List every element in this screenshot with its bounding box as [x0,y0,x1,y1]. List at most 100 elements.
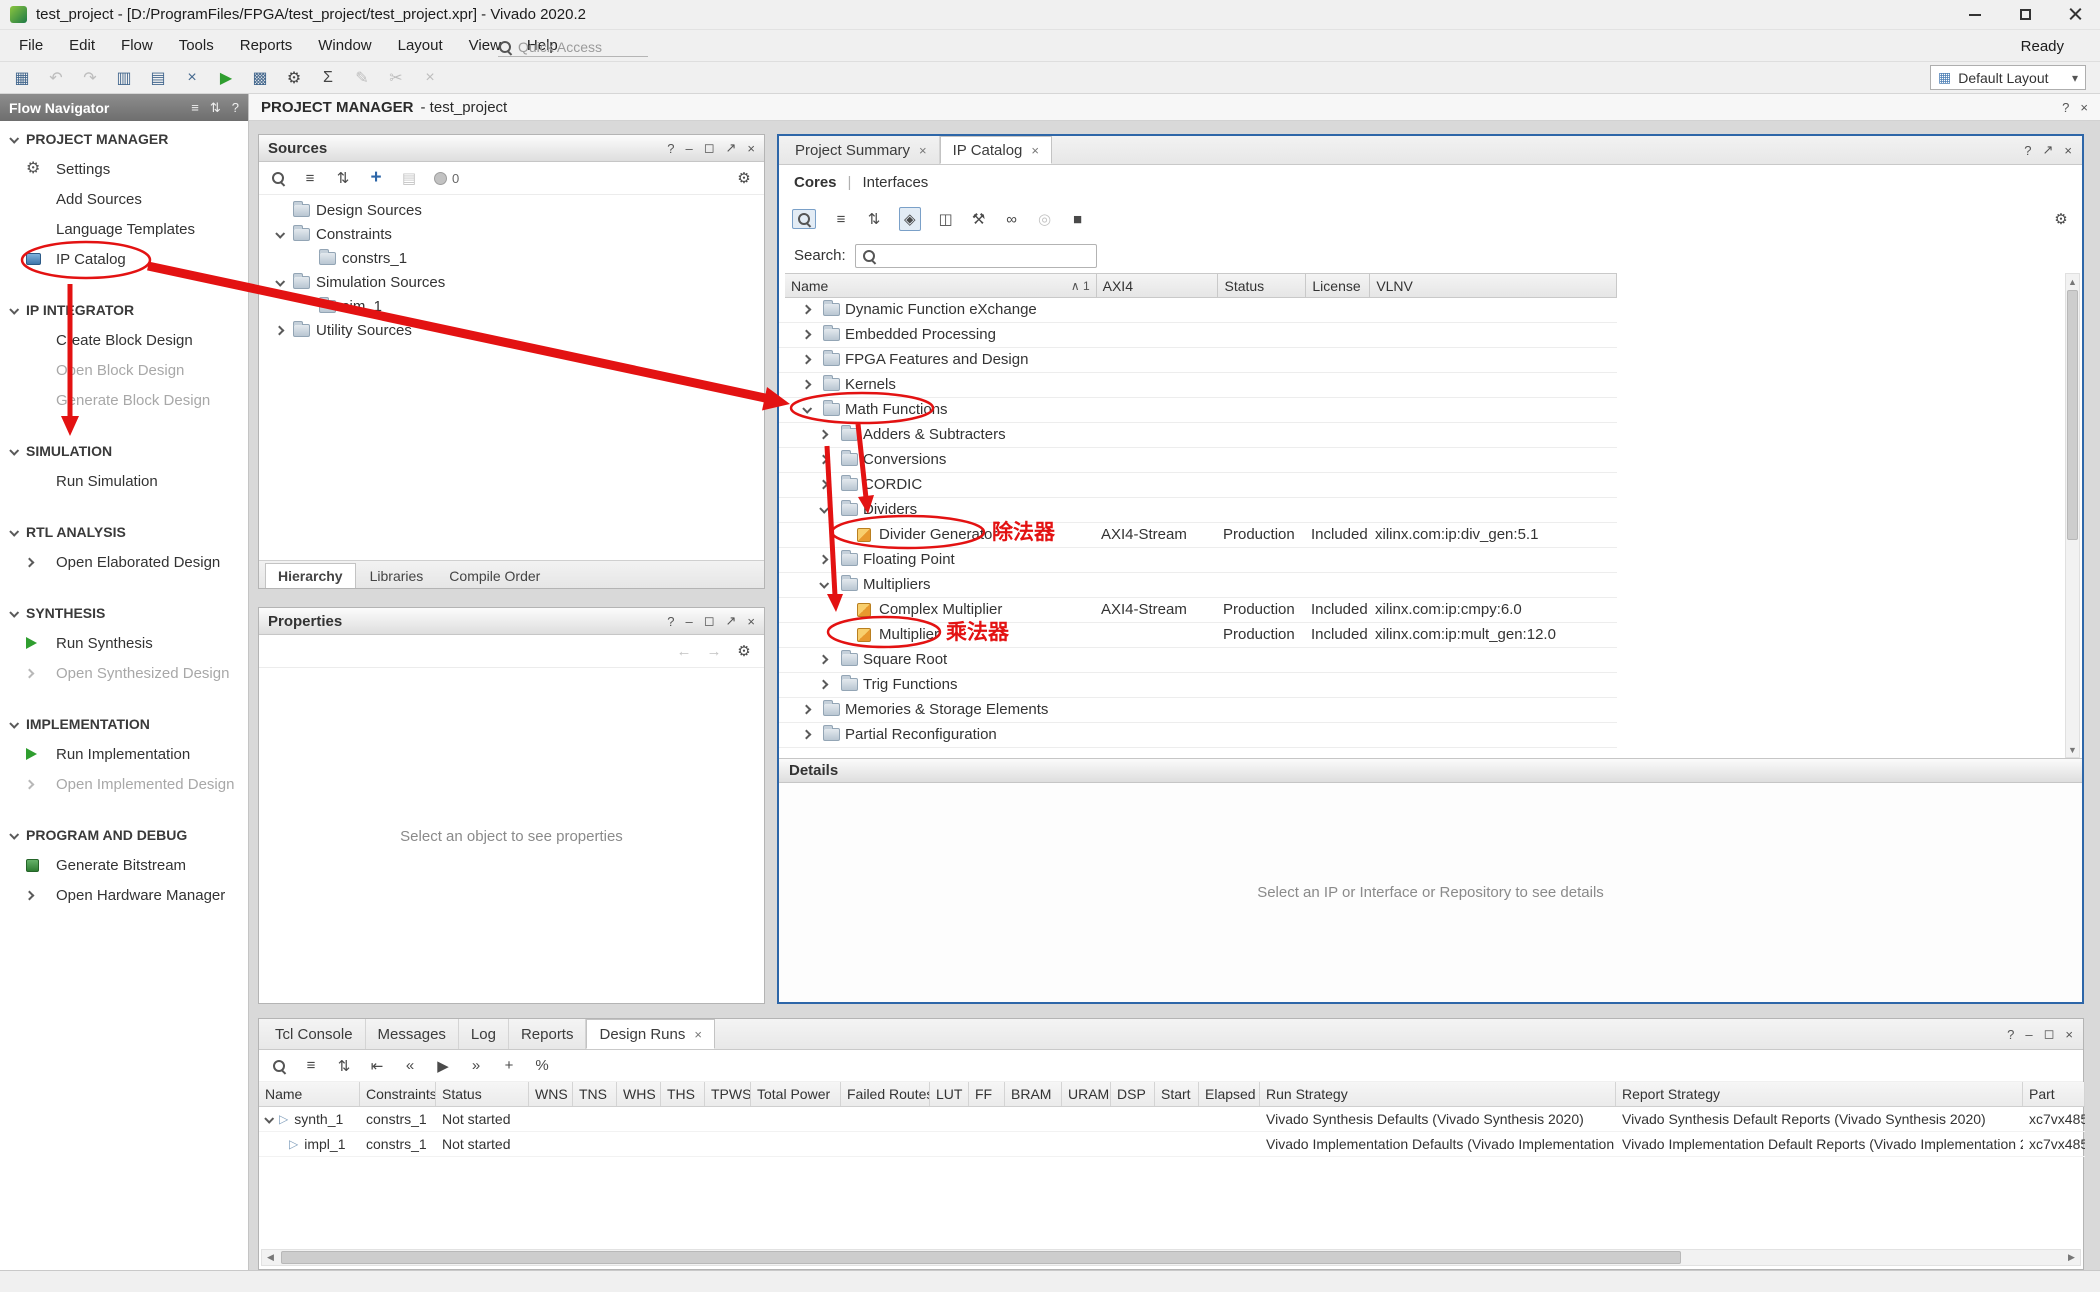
collapse-all-icon[interactable]: ≡ [303,1057,319,1074]
vertical-scrollbar[interactable]: ▲ ▼ [2065,273,2080,758]
close-icon[interactable]: × [2064,143,2072,158]
chevron-right-icon[interactable] [819,455,829,465]
expand-all-icon[interactable]: ⇅ [210,100,221,116]
help-icon[interactable]: ? [2062,100,2069,115]
source-item-constrs-1[interactable]: constrs_1 [259,246,764,270]
ip-row-floating-point[interactable]: Floating Point [779,548,1617,573]
ip-row-cordic[interactable]: CORDIC [779,473,1617,498]
column-header-elapsed[interactable]: Elapsed [1199,1082,1260,1106]
search-icon[interactable] [792,209,816,229]
delete-icon[interactable]: × [178,65,206,91]
dashboard-icon[interactable]: ▦ [8,65,36,91]
ip-row-fpga-features-and-design[interactable]: FPGA Features and Design [779,348,1617,373]
column-header-status[interactable]: Status [436,1082,529,1106]
maximize-icon[interactable]: ◻ [704,140,715,156]
settings-icon[interactable]: ⚙ [280,65,308,91]
column-header-bram[interactable]: BRAM [1005,1082,1062,1106]
menu-flow[interactable]: Flow [108,32,166,59]
chevron-right-icon[interactable] [802,305,812,315]
ip-row-multiplier[interactable]: MultiplierProductionIncludedxilinx.com:i… [779,623,1617,648]
fn-header-implementation[interactable]: IMPLEMENTATION [0,709,248,739]
tab-project-summary[interactable]: Project Summary× [783,136,940,164]
help-icon[interactable]: ? [232,100,239,115]
close-button[interactable] [2050,0,2100,29]
column-header-license[interactable]: License [1306,274,1370,297]
chevron-right-icon[interactable] [819,680,829,690]
plus-icon[interactable]: + [501,1057,517,1074]
run-icon[interactable]: ▶ [212,65,240,91]
fn-header-simulation[interactable]: SIMULATION [0,436,248,466]
help-icon[interactable]: ? [667,614,674,629]
chevron-right-icon[interactable] [819,430,829,440]
scroll-left-icon[interactable]: ◀ [262,1250,279,1265]
column-header-tpws[interactable]: TPWS [705,1082,751,1106]
layout-selector[interactable]: ▦ Default Layout ▾ [1930,65,2086,90]
menu-window[interactable]: Window [305,32,384,59]
scroll-down-icon[interactable]: ▼ [2066,742,2079,757]
ip-row-embedded-processing[interactable]: Embedded Processing [779,323,1617,348]
close-icon[interactable]: × [747,141,755,156]
wrench-icon[interactable]: ⚒ [971,210,987,228]
ip-row-multipliers[interactable]: Multipliers [779,573,1617,598]
menu-layout[interactable]: Layout [385,32,456,59]
blocks-icon[interactable]: ▩ [246,65,274,91]
column-header-name[interactable]: Name∧ 1 [785,274,1097,297]
forward-icon[interactable]: → [706,643,722,660]
fn-header-synthesis[interactable]: SYNTHESIS [0,598,248,628]
chevron-down-icon[interactable] [819,579,829,589]
column-header-whs[interactable]: WHS [617,1082,661,1106]
chevron-right-icon[interactable] [819,555,829,565]
column-header-ths[interactable]: THS [661,1082,705,1106]
tab-messages[interactable]: Messages [366,1019,459,1049]
column-header-status[interactable]: Status [1218,274,1306,297]
back-icon[interactable]: ← [676,643,692,660]
source-item-constraints[interactable]: Constraints [259,222,764,246]
column-header-run-strategy[interactable]: Run Strategy [1260,1082,1616,1106]
column-header-uram[interactable]: URAM [1062,1082,1111,1106]
ip-row-trig-functions[interactable]: Trig Functions [779,673,1617,698]
menu-reports[interactable]: Reports [227,32,306,59]
fn-item-create-block-design[interactable]: Create Block Design [0,325,248,355]
source-item-utility-sources[interactable]: Utility Sources [259,318,764,342]
fn-item-open-elaborated-design[interactable]: Open Elaborated Design [0,547,248,577]
subtab-interfaces[interactable]: Interfaces [862,174,928,191]
quick-access-search[interactable]: Quick Access [498,37,648,57]
column-header-failed-routes[interactable]: Failed Routes [841,1082,930,1106]
chevron-down-icon[interactable] [802,404,812,414]
chevron-right-icon[interactable] [802,380,812,390]
first-icon[interactable]: ⇤ [369,1057,385,1075]
fn-item-generate-bitstream[interactable]: Generate Bitstream [0,850,248,880]
fn-item-generate-block-design[interactable]: Generate Block Design [0,385,248,415]
tab-hierarchy[interactable]: Hierarchy [265,563,356,588]
float-icon[interactable]: ↗ [726,140,737,156]
help-icon[interactable]: ? [2024,143,2031,158]
fn-item-run-implementation[interactable]: Run Implementation [0,739,248,769]
fn-header-ip-integrator[interactable]: IP INTEGRATOR [0,295,248,325]
design-run-impl-1[interactable]: ▷impl_1constrs_1Not startedVivado Implem… [259,1132,2085,1157]
menu-file[interactable]: File [6,32,56,59]
minimize-icon[interactable]: – [685,141,692,156]
minimize-icon[interactable]: – [685,614,692,629]
chevron-right-icon[interactable] [819,655,829,665]
menu-tools[interactable]: Tools [166,32,227,59]
close-icon[interactable]: × [919,143,927,158]
copy-icon[interactable]: ▥ [110,65,138,91]
column-header-part[interactable]: Part [2023,1082,2085,1106]
gear-icon[interactable]: ⚙ [2053,210,2069,228]
fn-item-open-hardware-manager[interactable]: Open Hardware Manager [0,880,248,910]
gear-icon[interactable]: ⚙ [736,642,752,660]
ip-row-complex-multiplier[interactable]: Complex MultiplierAXI4-StreamProductionI… [779,598,1617,623]
chevron-right-icon[interactable] [802,705,812,715]
ip-row-math-functions[interactable]: Math Functions [779,398,1617,423]
fn-item-ip-catalog[interactable]: IP Catalog [0,244,248,274]
add-icon[interactable]: + [368,167,384,189]
help-icon[interactable]: ? [2007,1027,2014,1042]
close-icon[interactable]: × [694,1027,702,1042]
maximize-button[interactable] [2000,0,2050,29]
scrollbar-thumb[interactable] [2067,290,2078,540]
expand-all-icon[interactable]: ⇅ [336,1057,352,1075]
column-header-axi4[interactable]: AXI4 [1097,274,1219,297]
fn-item-run-synthesis[interactable]: Run Synthesis [0,628,248,658]
design-run-synth-1[interactable]: ▷synth_1constrs_1Not startedVivado Synth… [259,1107,2085,1132]
ip-row-square-root[interactable]: Square Root [779,648,1617,673]
